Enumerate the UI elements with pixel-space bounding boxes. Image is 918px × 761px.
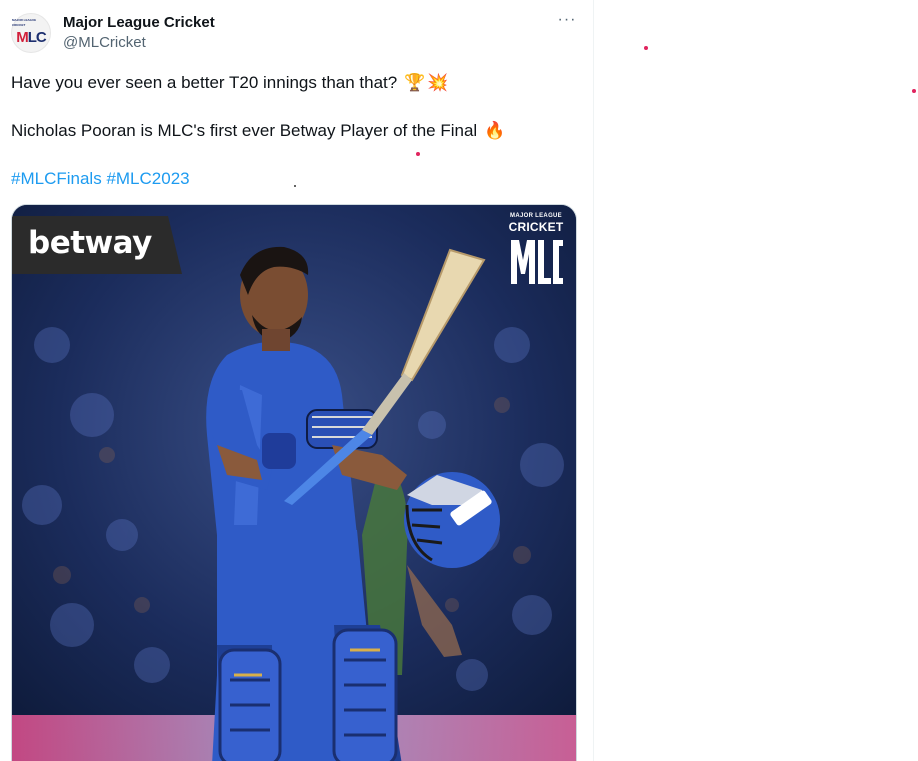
tweet-text-1: Have you ever seen a better T20 innings … [11,73,398,92]
avatar-top-text: MAJOR LEAGUE CRICKET [12,18,37,27]
dark-dot [294,185,296,187]
mlc-logo-top: MAJOR LEAGUE [510,213,562,219]
author-display-name[interactable]: Major League Cricket [63,14,215,31]
more-button[interactable]: ··· [553,12,581,34]
red-dot [416,152,420,156]
avatar[interactable]: MAJOR LEAGUE CRICKET M L C [11,13,51,53]
tweet-article[interactable]: MAJOR LEAGUE CRICKET M L C Major League … [0,0,594,761]
collision-emoji-icon: 💥 [427,73,449,92]
author-handle[interactable]: @MLCricket [63,34,146,51]
right-pane [595,0,918,761]
hashtag-mlcfinals[interactable]: #MLCFinals [11,169,102,188]
fire-emoji-icon: 🔥 [483,121,506,140]
red-dot [644,46,648,50]
tweet-text-line-1: Have you ever seen a better T20 innings … [11,73,448,93]
trophy-emoji-icon: 🏆 [403,73,426,92]
avatar-letter-l: L [27,29,37,46]
mlc-logo: MAJOR LEAGUE CRICKET [507,213,565,295]
red-dot [912,89,916,93]
sponsor-logo: betway [28,225,152,261]
more-horizontal-icon: ··· [557,11,577,28]
tweet-text-2: Nicholas Pooran is MLC's first ever Betw… [11,121,478,140]
avatar-letter-c: C [35,29,47,46]
hashtag-mlc2023[interactable]: #MLC2023 [106,169,189,188]
tweet-text-line-2: Nicholas Pooran is MLC's first ever Betw… [11,121,505,141]
player-photo [12,205,576,761]
avatar-letter-m: M [16,29,28,46]
page: MAJOR LEAGUE CRICKET M L C Major League … [0,0,918,761]
tweet-media-image[interactable]: betway MAJOR LEAGUE CRICKET [11,204,577,761]
mlc-logo-middle: CRICKET [508,220,564,234]
hashtags: #MLCFinals #MLC2023 [11,169,190,189]
avatar-letters: M L C [16,28,47,48]
mlc-logo-mark [511,240,563,284]
